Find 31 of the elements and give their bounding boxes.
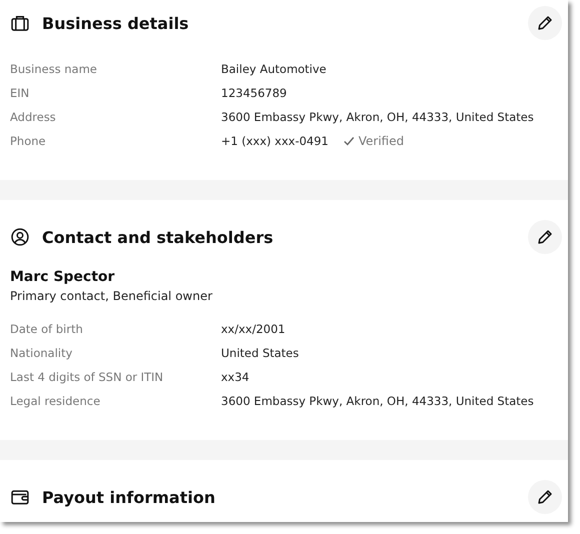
field-value: xx34 <box>221 370 250 384</box>
briefcase-icon <box>10 13 30 33</box>
field-value: +1 (xxx) xxx-0491 <box>221 134 328 148</box>
pencil-icon <box>536 228 554 246</box>
field-value: United States <box>221 346 299 360</box>
edit-button[interactable] <box>528 480 562 514</box>
field-label: Nationality <box>10 346 74 360</box>
field-label: Business name <box>10 62 98 76</box>
user-icon <box>10 227 30 247</box>
field-label: Phone <box>10 134 47 148</box>
section-title: Business details <box>42 14 190 32</box>
field-label: Legal residence <box>10 394 102 408</box>
edit-button[interactable] <box>528 6 562 40</box>
field-value: 3600 Embassy Pkwy, Akron, OH, 44333, United States <box>221 394 534 408</box>
section-title: Payout information <box>42 488 216 506</box>
checkmark-icon <box>342 135 354 147</box>
pencil-icon <box>536 488 554 506</box>
contact-name: Marc Spector <box>10 268 116 287</box>
field-value: Bailey Automotive <box>221 62 326 76</box>
field-value: 123456789 <box>221 86 287 100</box>
field-label: Address <box>10 110 57 124</box>
field-value: xx/xx/2001 <box>221 322 286 336</box>
badge-label: Verified <box>358 134 404 148</box>
field-value: 3600 Embassy Pkwy, Akron, OH, 44333, United States <box>221 110 534 124</box>
field-label: Date of birth <box>10 322 84 336</box>
field-label: Last 4 digits of SSN or ITIN <box>10 370 164 384</box>
edit-button[interactable] <box>528 220 562 254</box>
pencil-icon <box>536 14 554 32</box>
section-title: Contact and stakeholders <box>42 228 274 246</box>
contact-roles: Primary contact, Beneficial owner <box>10 288 214 305</box>
field-label: EIN <box>10 86 30 100</box>
